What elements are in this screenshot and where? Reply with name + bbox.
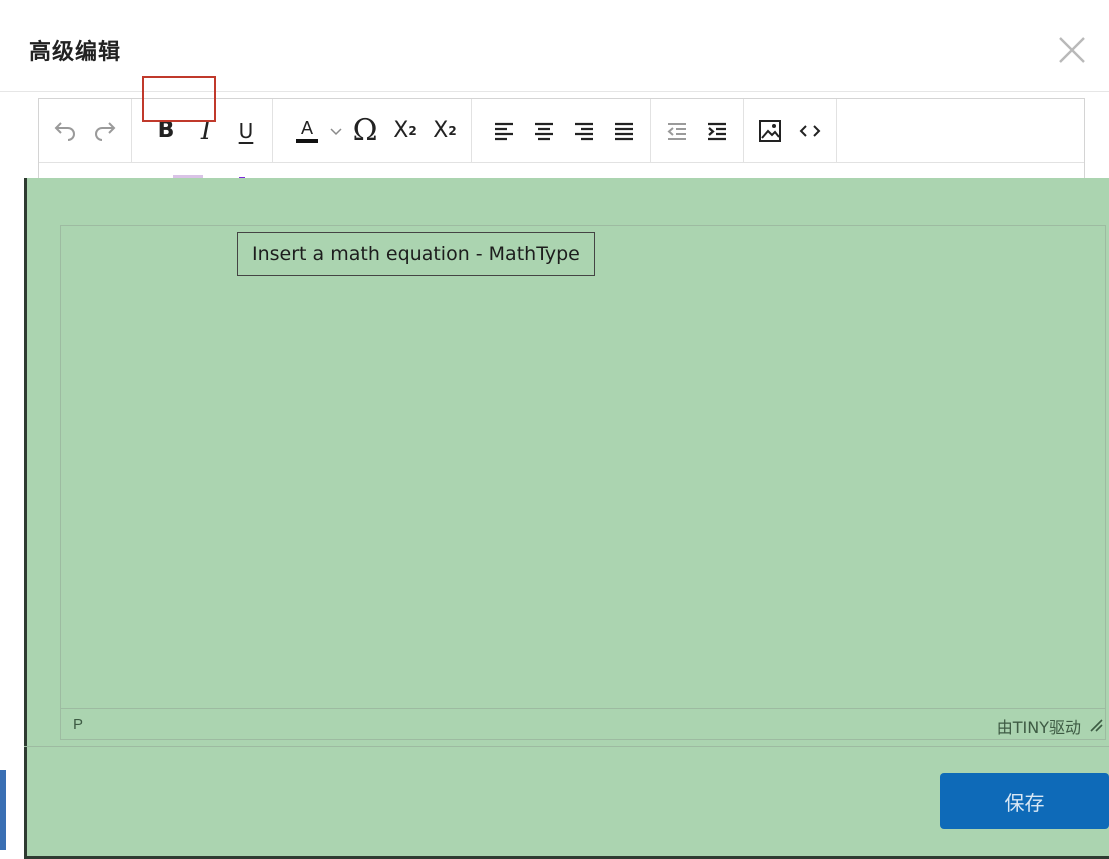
left-background-strip [0, 178, 24, 200]
superscript-base: X [393, 118, 409, 143]
background-edge [0, 770, 6, 850]
dialog-header: 高级编辑 [0, 0, 1109, 92]
subscript-exp: 2 [448, 123, 457, 138]
subscript-button[interactable]: X2 [425, 111, 465, 151]
close-icon[interactable] [1052, 30, 1092, 70]
editor-content-area[interactable] [60, 225, 1106, 740]
font-color-swatch [296, 138, 318, 143]
footer-divider [24, 746, 1109, 747]
align-right-icon[interactable] [564, 111, 604, 151]
save-button[interactable]: 保存 [940, 773, 1109, 829]
toolbar-group-insert [744, 98, 837, 163]
superscript-exp: 2 [408, 123, 417, 138]
font-color-label: A [300, 117, 313, 138]
superscript-button[interactable]: X2 [385, 111, 425, 151]
editor-statusbar [60, 708, 1106, 740]
italic-button[interactable]: I [186, 111, 226, 151]
align-center-icon[interactable] [524, 111, 564, 151]
outdent-icon[interactable] [657, 111, 697, 151]
toolbar-group-align [472, 98, 651, 163]
resize-handle-icon[interactable] [1089, 718, 1103, 732]
toolbar-group-text: A Ω X2 X2 [273, 98, 472, 163]
align-left-icon[interactable] [484, 111, 524, 151]
chevron-down-icon[interactable] [327, 111, 345, 151]
align-justify-icon[interactable] [604, 111, 644, 151]
indent-icon[interactable] [697, 111, 737, 151]
mathtype-tooltip: Insert a math equation - MathType [237, 232, 595, 276]
powered-by-label[interactable]: 由TINY驱动 [997, 714, 1081, 738]
redo-icon[interactable] [85, 111, 125, 151]
toolbar-group-history [39, 98, 132, 163]
element-path: P [73, 716, 84, 733]
image-icon[interactable] [750, 111, 790, 151]
toolbar-group-format: B I U [132, 98, 273, 163]
dialog-title: 高级编辑 [29, 40, 122, 65]
toolbar-group-indent [651, 98, 744, 163]
font-color-button[interactable]: A [287, 111, 327, 151]
underline-button[interactable]: U [226, 111, 266, 151]
bold-button[interactable]: B [146, 111, 186, 151]
code-icon[interactable] [790, 111, 830, 151]
editor-toolbar: B I U A Ω X2 X2 [39, 98, 1084, 163]
subscript-base: X [433, 118, 449, 143]
undo-icon[interactable] [45, 111, 85, 151]
special-character-button[interactable]: Ω [345, 111, 385, 151]
